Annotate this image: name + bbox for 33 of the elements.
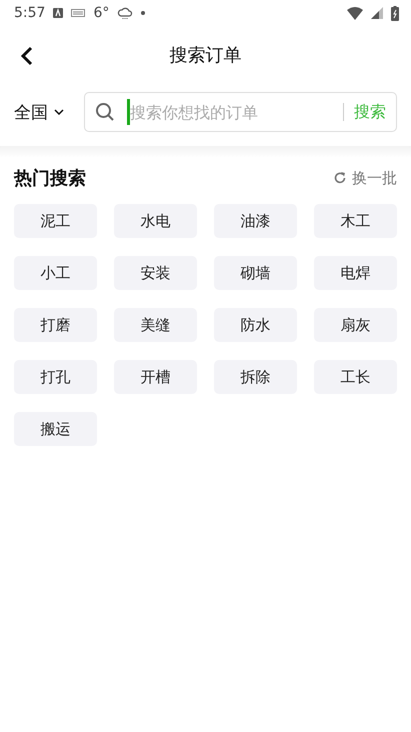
tag-chip[interactable]: 搬运 bbox=[14, 412, 97, 446]
battery-icon bbox=[391, 6, 399, 20]
tag-chip[interactable]: 泥工 bbox=[14, 204, 97, 238]
status-temperature: 6° bbox=[93, 5, 110, 21]
refresh-icon bbox=[333, 171, 347, 185]
cloud-icon bbox=[117, 5, 134, 21]
status-time: 5:57 bbox=[14, 5, 46, 21]
tag-chip[interactable]: 电焊 bbox=[314, 256, 397, 290]
tag-chip[interactable]: 开槽 bbox=[114, 360, 197, 394]
page-title: 搜索订单 bbox=[170, 44, 242, 67]
tag-chip[interactable]: 防水 bbox=[214, 308, 297, 342]
wifi-icon bbox=[347, 6, 363, 20]
tag-chip[interactable]: 油漆 bbox=[214, 204, 297, 238]
tag-chip[interactable]: 扇灰 bbox=[314, 308, 397, 342]
chevron-down-icon bbox=[54, 109, 64, 115]
tag-chip[interactable]: 小工 bbox=[14, 256, 97, 290]
tag-chip[interactable]: 拆除 bbox=[214, 360, 297, 394]
tag-chip[interactable]: 木工 bbox=[314, 204, 397, 238]
tag-chip[interactable]: 水电 bbox=[114, 204, 197, 238]
dot-icon bbox=[141, 11, 146, 15]
tag-chip[interactable]: 砌墙 bbox=[214, 256, 297, 290]
section-title: 热门搜索 bbox=[14, 167, 86, 190]
tag-chip[interactable]: 打磨 bbox=[14, 308, 97, 342]
signal-icon bbox=[371, 7, 383, 19]
search-icon bbox=[95, 102, 115, 122]
tag-chip[interactable]: 安装 bbox=[114, 256, 197, 290]
notification-icon bbox=[53, 8, 64, 18]
tag-chip[interactable]: 打孔 bbox=[14, 360, 97, 394]
tag-chip[interactable]: 美缝 bbox=[114, 308, 197, 342]
keyboard-icon bbox=[71, 9, 86, 17]
refresh-button[interactable]: 换一批 bbox=[333, 168, 397, 188]
tag-chip[interactable]: 工长 bbox=[314, 360, 397, 394]
region-dropdown[interactable]: 全国 bbox=[14, 100, 64, 124]
